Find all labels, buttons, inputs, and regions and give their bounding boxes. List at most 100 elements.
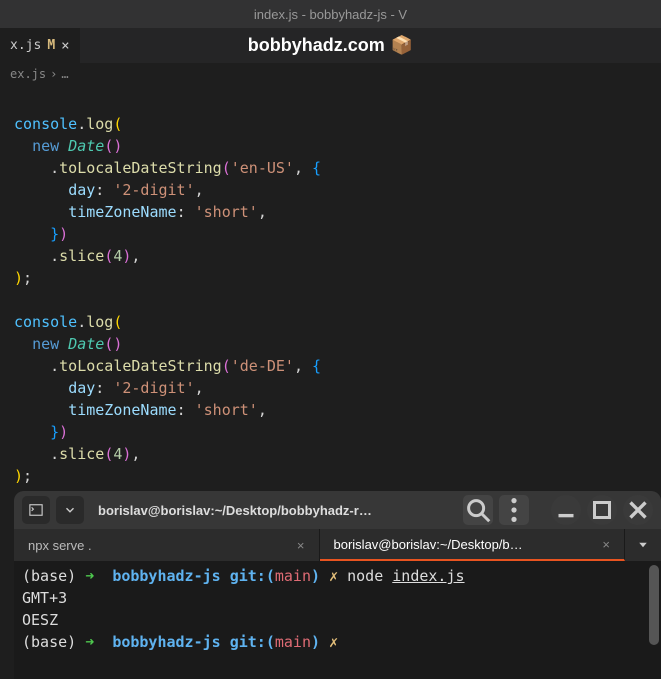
code-token: ) — [113, 137, 122, 155]
vscode-titlebar: index.js - bobbyhadz-js - V — [0, 0, 661, 28]
prompt-git: git:( — [230, 567, 275, 585]
editor-tabs: x.js M × bobbyhadz.com 📦 — [0, 28, 661, 63]
code-token: } — [50, 423, 59, 441]
terminal-tab-label: npx serve . — [28, 538, 92, 553]
minimize-button[interactable] — [551, 495, 581, 525]
watermark: bobbyhadz.com 📦 — [248, 35, 413, 56]
code-token: . — [77, 115, 86, 133]
code-token: , — [258, 401, 267, 419]
code-token: ( — [113, 313, 122, 331]
prompt-dir: bobbyhadz-js — [112, 567, 220, 585]
prompt-git-close: ) — [311, 567, 320, 585]
code-token: , — [195, 181, 204, 199]
code-token: ( — [104, 247, 113, 265]
prompt-git: git:( — [230, 633, 275, 651]
terminal-tabs: npx serve . × borislav@borislav:~/Deskto… — [14, 529, 661, 561]
code-token: toLocaleDateString — [59, 159, 222, 177]
new-terminal-tab[interactable] — [625, 529, 661, 561]
terminal-titlebar: borislav@borislav:~/Desktop/bobbyhadz-r… — [14, 491, 661, 529]
code-token: : — [177, 401, 186, 419]
code-token: { — [312, 159, 321, 177]
code-token: , — [294, 357, 303, 375]
terminal-line: GMT+3 — [22, 589, 67, 607]
chevron-right-icon: › — [50, 67, 57, 81]
prompt-env: (base) — [22, 567, 76, 585]
minimize-icon — [551, 495, 581, 525]
code-token: ( — [222, 357, 231, 375]
chevron-down-icon — [63, 503, 77, 517]
code-token: : — [95, 379, 104, 397]
code-token: , — [294, 159, 303, 177]
code-token: ( — [104, 445, 113, 463]
close-button[interactable] — [623, 495, 653, 525]
code-token: 'en-US' — [231, 159, 294, 177]
code-token: new — [32, 335, 59, 353]
code-token: , — [131, 247, 140, 265]
window-title: index.js - bobbyhadz-js - V — [254, 7, 407, 22]
dropdown-button[interactable] — [56, 496, 84, 524]
code-token: log — [86, 313, 113, 331]
code-token: ) — [14, 269, 23, 287]
code-token: . — [50, 445, 59, 463]
tab-close-icon[interactable]: × — [61, 38, 69, 54]
terminal-title: borislav@borislav:~/Desktop/bobbyhadz-r… — [90, 503, 457, 518]
code-token: ( — [104, 137, 113, 155]
terminal-output[interactable]: (base) ➜ bobbyhadz-js git:(main) ✗ node … — [14, 561, 661, 679]
code-token: , — [131, 445, 140, 463]
code-token: Date — [68, 137, 104, 155]
breadcrumb-more: … — [61, 67, 68, 81]
prompt-arrow: ➜ — [85, 567, 94, 585]
tab-close-icon[interactable]: × — [297, 538, 305, 553]
code-token: 'short' — [195, 401, 258, 419]
terminal-tab-label: borislav@borislav:~/Desktop/b… — [334, 537, 523, 552]
prompt-branch: main — [275, 567, 311, 585]
scrollbar-thumb[interactable] — [649, 565, 659, 645]
box-icon: 📦 — [391, 35, 413, 56]
prompt-dirty-icon: ✗ — [329, 567, 338, 585]
prompt-git-close: ) — [311, 633, 320, 651]
code-token: ) — [59, 423, 68, 441]
code-editor[interactable]: console.log( new Date() .toLocaleDateStr… — [0, 85, 661, 493]
chevron-down-icon — [637, 539, 649, 551]
code-token: new — [32, 137, 59, 155]
prompt-env: (base) — [22, 633, 76, 651]
code-token: slice — [59, 445, 104, 463]
code-token: ; — [23, 269, 32, 287]
code-token: , — [195, 379, 204, 397]
prompt-arrow: ➜ — [85, 633, 94, 651]
code-token: ) — [113, 335, 122, 353]
terminal-icon — [29, 503, 43, 517]
prompt-dir: bobbyhadz-js — [112, 633, 220, 651]
code-token: { — [312, 357, 321, 375]
tab-close-icon[interactable]: × — [602, 537, 610, 552]
code-token: ) — [59, 225, 68, 243]
maximize-icon — [587, 495, 617, 525]
terminal-tab-2[interactable]: borislav@borislav:~/Desktop/b… × — [320, 529, 626, 561]
code-token: } — [50, 225, 59, 243]
terminal-scrollbar[interactable] — [649, 565, 659, 677]
menu-button[interactable] — [499, 495, 529, 525]
watermark-text: bobbyhadz.com — [248, 35, 385, 56]
code-token: 'de-DE' — [231, 357, 294, 375]
code-token: : — [95, 181, 104, 199]
terminal-line: OESZ — [22, 611, 58, 629]
code-token: timeZoneName — [68, 203, 176, 221]
code-token: '2-digit' — [113, 379, 194, 397]
code-token: . — [50, 159, 59, 177]
code-token: ( — [104, 335, 113, 353]
search-button[interactable] — [463, 495, 493, 525]
prompt-dirty-icon: ✗ — [329, 633, 338, 651]
code-token: 'short' — [195, 203, 258, 221]
maximize-button[interactable] — [587, 495, 617, 525]
code-token: toLocaleDateString — [59, 357, 222, 375]
kebab-icon — [499, 495, 529, 525]
tab-modified-indicator: M — [47, 38, 55, 53]
terminal-tab-1[interactable]: npx serve . × — [14, 529, 320, 561]
breadcrumb[interactable]: ex.js › … — [0, 63, 661, 85]
file-tab[interactable]: x.js M × — [0, 28, 80, 63]
code-token: : — [177, 203, 186, 221]
code-token: ) — [14, 467, 23, 485]
prompt-cmd: node — [347, 567, 383, 585]
tab-filename: x.js — [10, 38, 41, 53]
new-tab-button[interactable] — [22, 496, 50, 524]
